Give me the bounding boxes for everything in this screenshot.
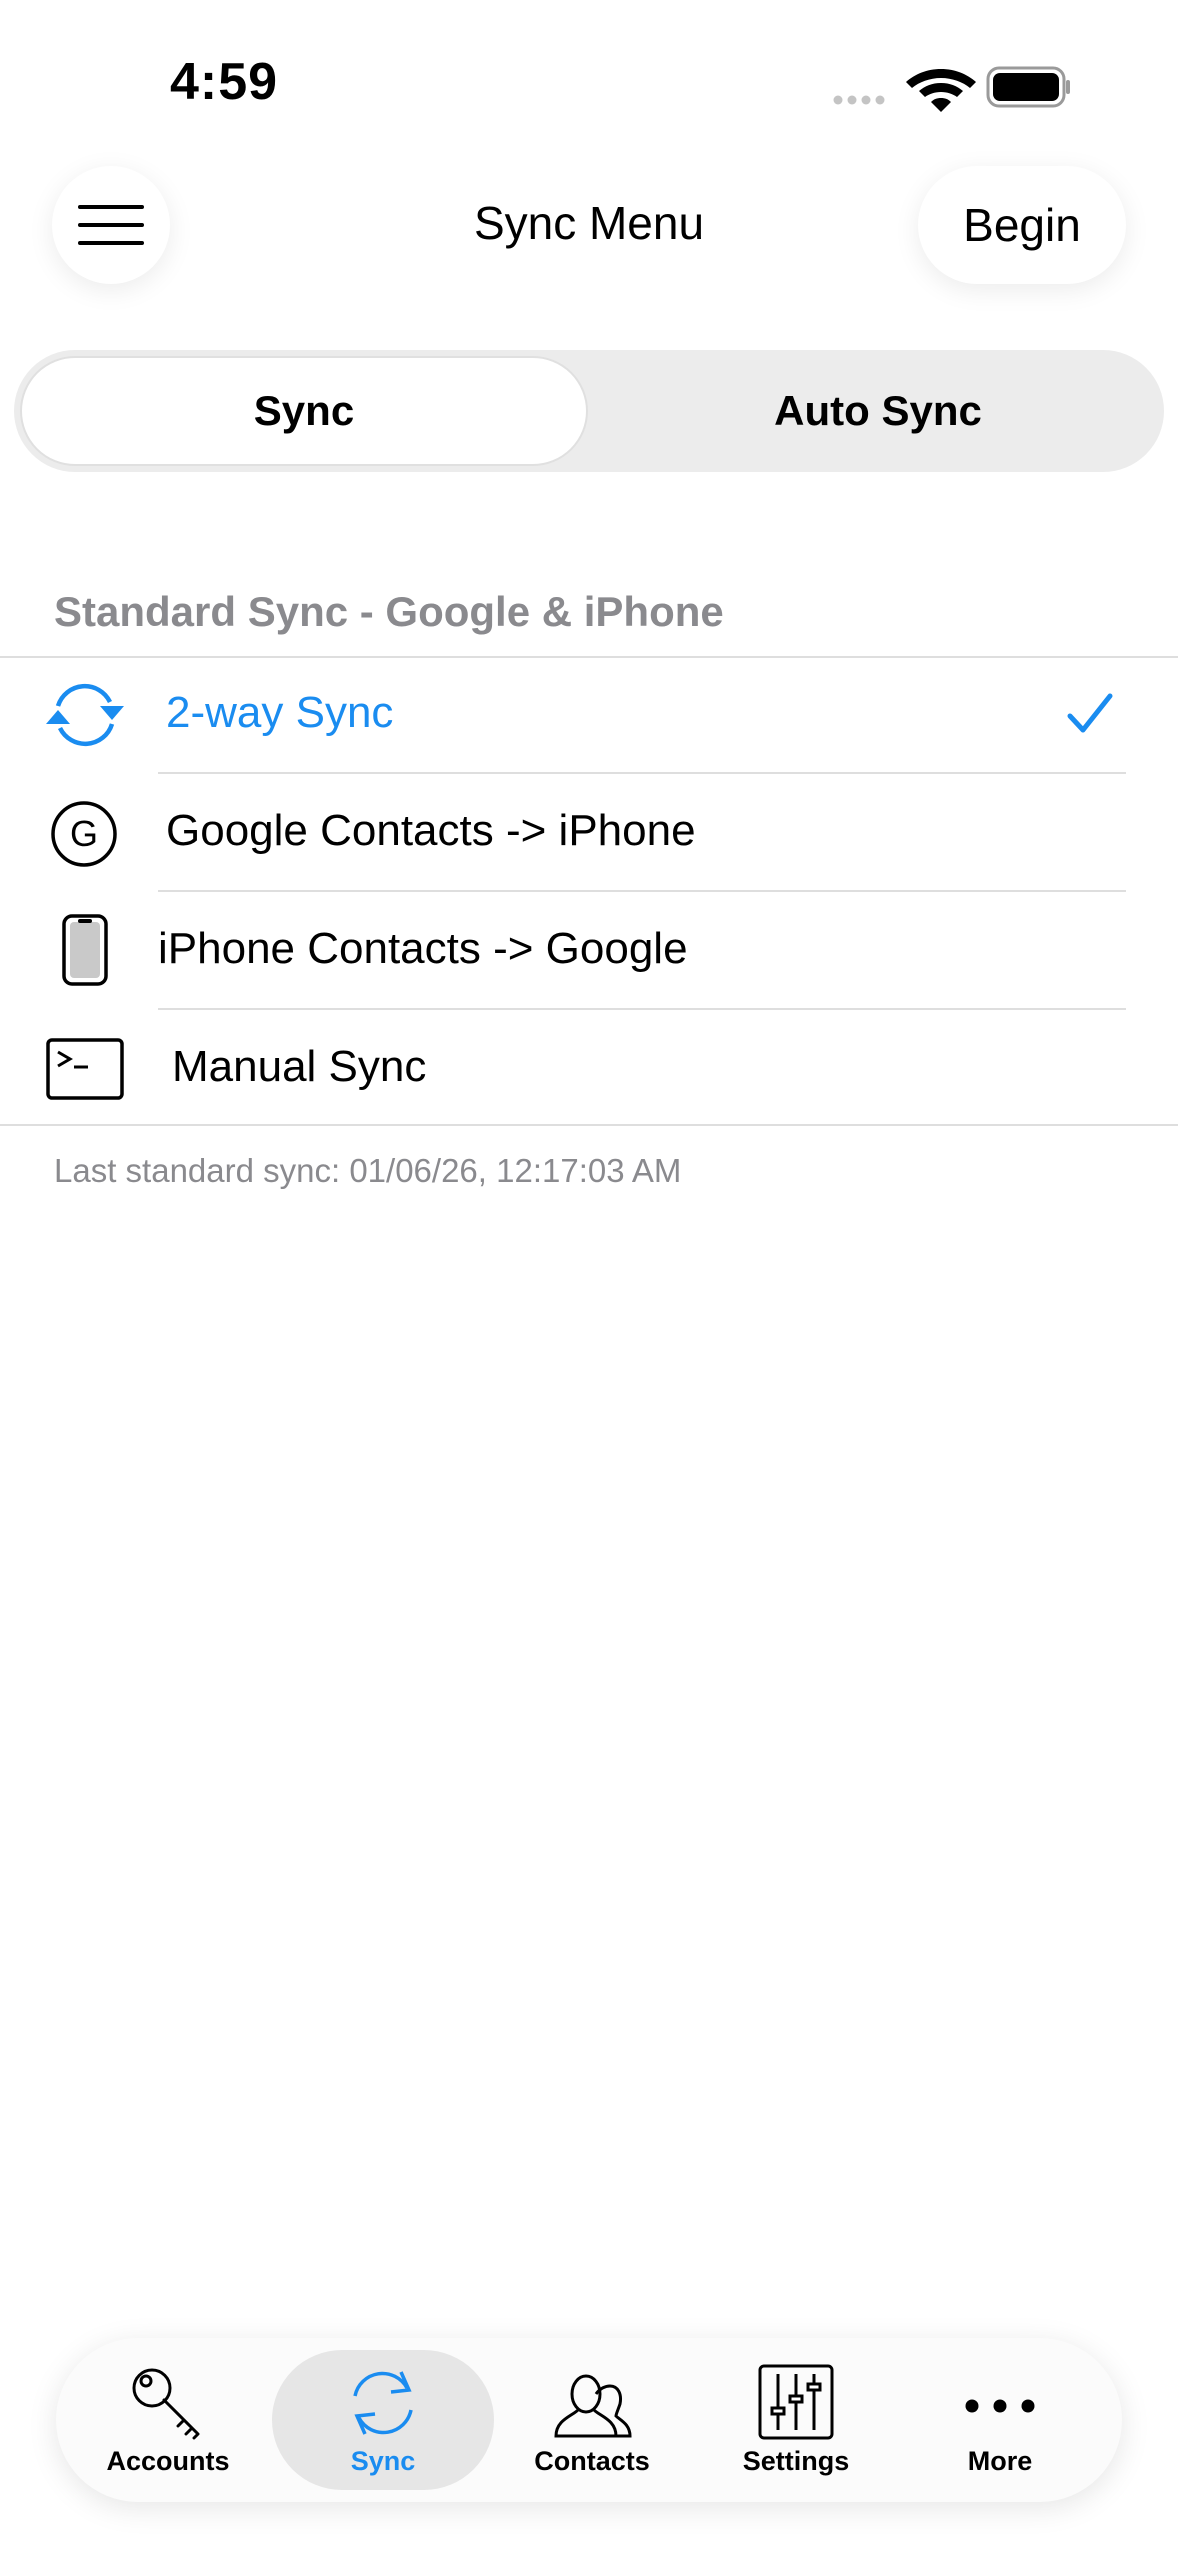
ellipsis-icon xyxy=(965,2399,1035,2412)
segment-sync[interactable]: Sync xyxy=(20,356,588,466)
tab-contacts[interactable]: Contacts xyxy=(492,2338,692,2502)
tab-accounts[interactable]: Accounts xyxy=(68,2338,268,2502)
sliders-icon xyxy=(758,2364,834,2439)
people-icon xyxy=(554,2374,632,2437)
tab-label: Sync xyxy=(350,2445,416,2476)
svg-text:G: G xyxy=(70,813,98,854)
battery-icon xyxy=(986,66,1070,108)
sync-arrows-icon xyxy=(46,683,124,747)
tab-bar: Accounts Sync Contacts Settings More xyxy=(56,2338,1122,2502)
list-item-label: 2-way Sync xyxy=(166,688,394,737)
tab-settings[interactable]: Settings xyxy=(696,2338,896,2502)
list-item-label: Manual Sync xyxy=(172,1042,427,1091)
section-bottom-divider xyxy=(0,1124,1178,1126)
section-header: Standard Sync - Google & iPhone xyxy=(54,588,724,635)
wifi-icon xyxy=(906,69,976,112)
tab-sync[interactable]: Sync xyxy=(272,2338,494,2502)
tab-label: Accounts xyxy=(106,2445,230,2476)
sync-icon xyxy=(353,2370,413,2435)
last-sync-footer: Last standard sync: 01/06/26, 12:17:03 A… xyxy=(54,1152,682,1189)
google-g-icon: G xyxy=(51,801,117,867)
tab-more[interactable]: More xyxy=(900,2338,1100,2502)
segmented-control: Sync Auto Sync xyxy=(14,350,1164,472)
begin-button[interactable]: Begin xyxy=(918,166,1126,284)
list-item-label: iPhone Contacts -> Google xyxy=(158,924,688,973)
iphone-icon xyxy=(62,914,108,986)
status-icons xyxy=(833,66,1070,112)
tab-label: More xyxy=(967,2445,1033,2476)
cellular-signal-icon xyxy=(833,95,885,105)
segment-auto-sync[interactable]: Auto Sync xyxy=(598,356,1158,466)
tab-label: Settings xyxy=(742,2445,850,2476)
key-icon xyxy=(132,2368,200,2439)
list-item-label: Google Contacts -> iPhone xyxy=(166,806,696,855)
tab-label: Contacts xyxy=(534,2445,650,2476)
status-time: 4:59 xyxy=(170,53,279,111)
terminal-icon xyxy=(46,1038,124,1100)
checkmark-icon xyxy=(1067,693,1113,733)
